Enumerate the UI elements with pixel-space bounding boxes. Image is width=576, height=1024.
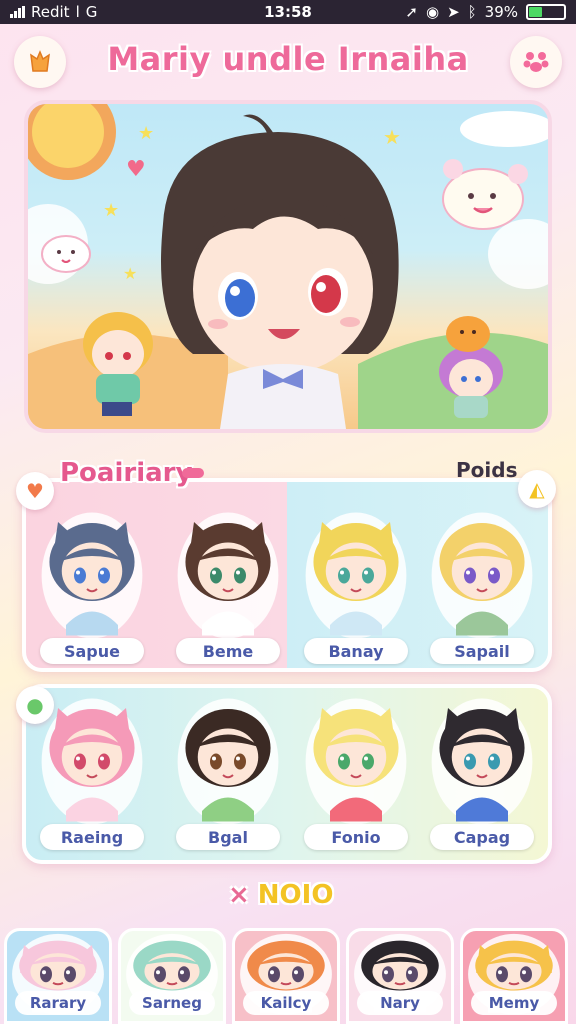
tab-sarneg[interactable]: Sarneg [118,928,226,1024]
primary-character-card[interactable]: Banay [300,508,412,668]
sync-icon: G [85,3,98,21]
character-name: Raeing [40,824,144,850]
star-badge-icon [30,50,50,72]
character-portrait [431,698,533,825]
bottom-title: × NOIO [228,880,333,910]
character-name: Fonio [304,824,408,850]
clock: 13:58 [264,3,312,21]
star-icon: ★ [383,125,401,149]
character-portrait [305,512,407,639]
heart-icon: ♥ [26,479,44,503]
character-portrait [305,698,407,825]
battery-icon [526,4,566,20]
bluetooth-icon: ᛒ [467,3,477,21]
character-portrait [177,698,279,825]
location-icon: ➚ [405,3,418,21]
cloud-creature-left [41,235,91,273]
alarm-icon: ◉ [425,3,440,21]
character-portrait [431,512,533,639]
secondary-character-card[interactable]: Bgal [172,694,284,854]
battery-text: 39% [484,3,518,21]
status-bar: Redit l G 13:58 ➚ ◉ ➤ ᛒ 39% [0,0,576,24]
navigation-icon: ➤ [447,3,460,21]
secondary-character-card[interactable]: Raeing [36,694,148,854]
tab-label: Rarary [15,991,101,1015]
paw-button[interactable] [510,36,562,88]
status-right: ➚ ◉ ➤ ᛒ 39% [366,3,566,21]
character-portrait [41,698,143,825]
bottom-title-text: NOIO [257,880,334,910]
section-right-label: Poids [456,458,518,482]
primary-character-card[interactable]: Beme [172,508,284,668]
signal-icon [10,6,25,18]
character-name: Bgal [176,824,280,850]
tab-label: Nary [357,991,443,1015]
heart-icon: ♥ [126,157,146,182]
primary-character-card[interactable]: Sapail [426,508,538,668]
character-name: Sapail [430,638,534,664]
star-icon: ★ [123,264,137,283]
orange-creature-icon [446,316,490,352]
tab-kailcy[interactable]: Kailcy [232,928,340,1024]
tab-memy[interactable]: Memy [460,928,568,1024]
star-icon: ★ [138,123,154,144]
tab-label: Sarneg [129,991,215,1015]
tab-nary[interactable]: Nary [346,928,454,1024]
page-title: Mariy undle Irnaiha [107,40,469,78]
paw-icon [523,52,549,72]
character-portrait [177,512,279,639]
cloud-creature-right [442,159,528,230]
tab-label: Kailcy [243,991,329,1015]
cheese-button[interactable]: ◭ [518,470,556,508]
hero-scene: ★ ★ ♥ ★ ★ [28,104,548,429]
carrier-suffix: l [75,3,80,21]
primary-character-card[interactable]: Sapue [36,508,148,668]
heart-button[interactable]: ♥ [16,472,54,510]
character-name: Capag [430,824,534,850]
character-portrait [41,512,143,639]
tab-label: Memy [471,991,557,1015]
star-badge-button[interactable] [14,36,66,88]
cheese-icon: ◭ [529,477,545,501]
section-title: Poairiary [60,458,193,488]
secondary-character-card[interactable]: Capag [426,694,538,854]
secondary-character-card[interactable]: Fonio [300,694,412,854]
status-left: Redit l G [10,3,210,21]
carrier-name: Redit [31,3,70,21]
section-pill [182,468,204,478]
cloud-icon [460,111,548,147]
tab-rarary[interactable]: Rarary [4,928,112,1024]
cloud-icon [488,219,548,289]
star-icon: ★ [103,200,119,221]
hero-illustration: ★ ★ ♥ ★ ★ [24,100,552,433]
character-name: Sapue [40,638,144,664]
character-name: Beme [176,638,280,664]
battery-fill [529,7,543,17]
character-name: Banay [304,638,408,664]
close-icon: × [228,880,250,910]
